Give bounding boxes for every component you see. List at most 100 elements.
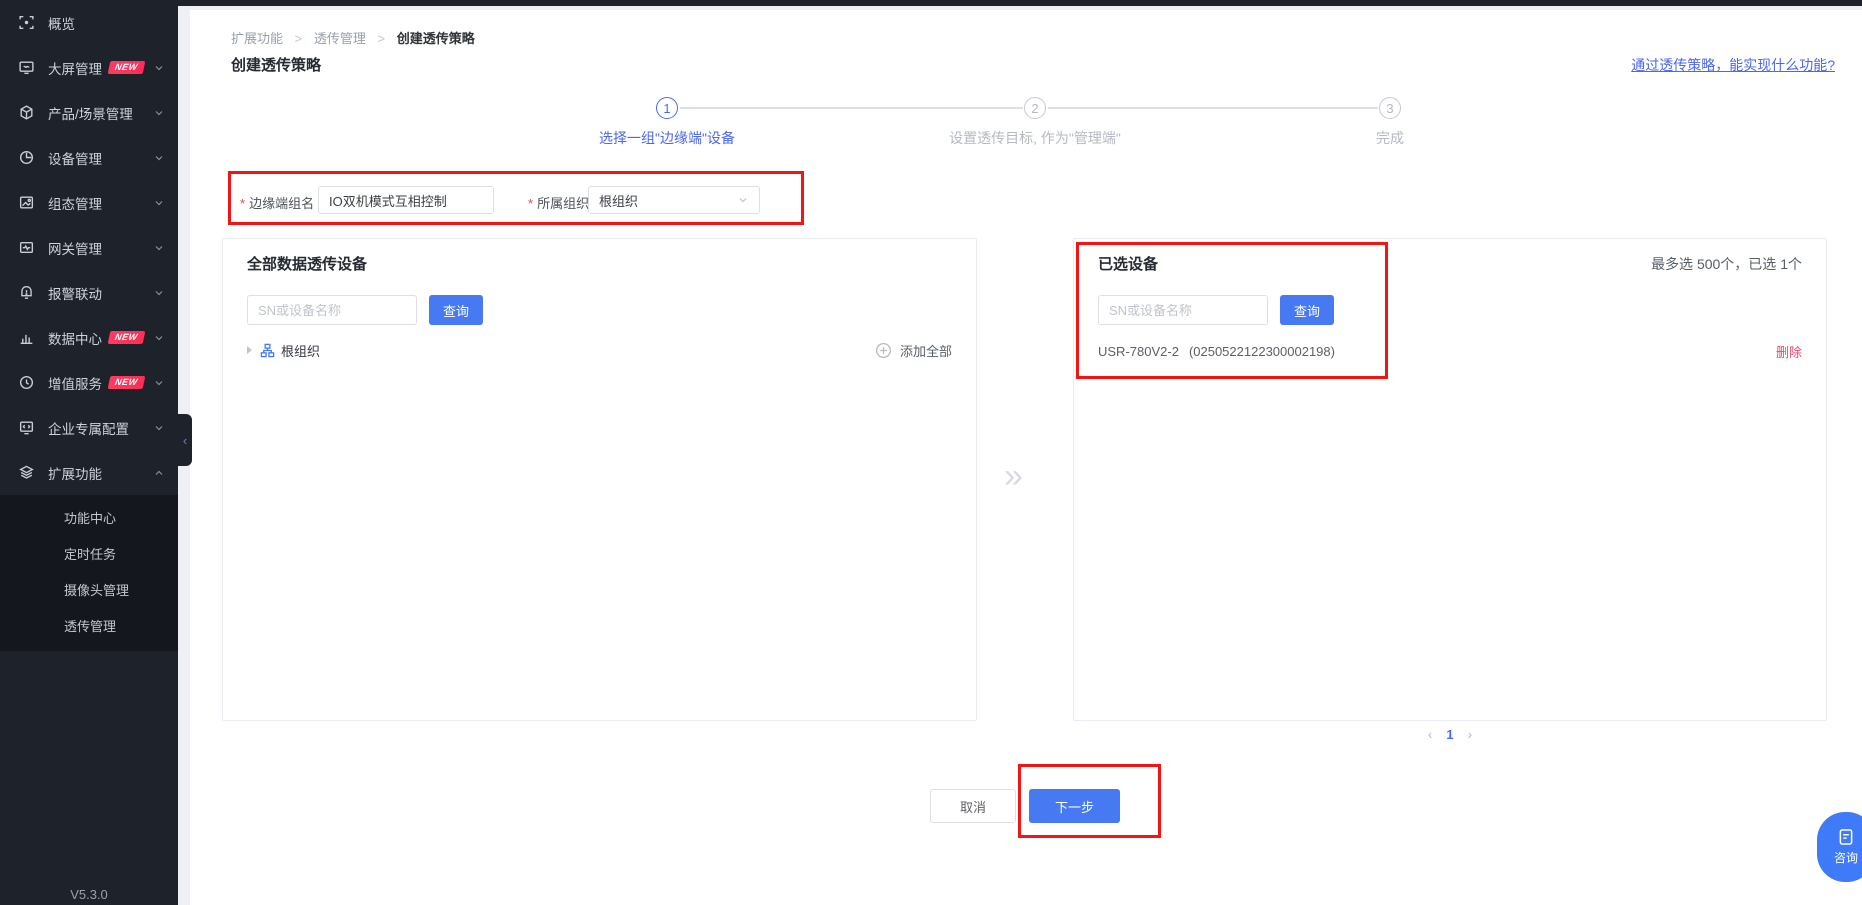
sidebar-item-label: 增值服务 bbox=[48, 373, 102, 393]
pagination-next-icon[interactable]: › bbox=[1458, 726, 1483, 742]
sidebar-item-scada[interactable]: 组态管理 bbox=[0, 180, 178, 225]
selected-devices-panel: 已选设备 最多选 500个，已选 1个 查询 USR-780V2-2 (0250… bbox=[1073, 238, 1827, 721]
sidebar-item-label: 设备管理 bbox=[48, 148, 102, 168]
group-name-input[interactable] bbox=[318, 186, 494, 214]
all-devices-title: 全部数据透传设备 bbox=[247, 253, 367, 274]
pagination-page-1[interactable]: 1 bbox=[1442, 727, 1457, 742]
sidebar-item-vas[interactable]: 增值服务 NEW bbox=[0, 360, 178, 405]
breadcrumb: 扩展功能 > 透传管理 > 创建透传策略 bbox=[231, 28, 475, 47]
gateway-icon bbox=[18, 239, 35, 256]
breadcrumb-separator: > bbox=[378, 31, 386, 46]
alarm-bell-icon bbox=[18, 284, 35, 301]
step-3-circle: 3 bbox=[1379, 97, 1401, 119]
all-devices-search-input[interactable] bbox=[247, 295, 417, 325]
step-connector bbox=[680, 107, 1023, 109]
sidebar-subitem-camera[interactable]: 摄像头管理 bbox=[0, 573, 178, 609]
bar-chart-icon bbox=[18, 329, 35, 346]
chevron-down-icon bbox=[737, 194, 749, 206]
overview-icon bbox=[18, 14, 35, 31]
extension-submenu: 功能中心 定时任务 摄像头管理 透传管理 bbox=[0, 495, 178, 651]
all-devices-query-button[interactable]: 查询 bbox=[429, 295, 483, 325]
collapse-chevron-icon: ‹ bbox=[183, 433, 187, 448]
new-badge: NEW bbox=[108, 61, 145, 74]
sidebar-item-product[interactable]: 产品/场景管理 bbox=[0, 90, 178, 135]
sidebar-item-gateway[interactable]: 网关管理 bbox=[0, 225, 178, 270]
pagination: ‹ 1 › bbox=[1073, 726, 1827, 742]
layers-icon bbox=[18, 464, 35, 481]
chevron-down-icon bbox=[154, 333, 164, 343]
selected-device-row: USR-780V2-2 (0250522122300002198) 删除 bbox=[1098, 342, 1802, 361]
sidebar-item-alarm[interactable]: 报警联动 bbox=[0, 270, 178, 315]
selected-devices-title: 已选设备 bbox=[1098, 253, 1158, 274]
consult-float-button[interactable]: 咨询 bbox=[1817, 812, 1862, 882]
step-1-label: 选择一组"边缘端"设备 bbox=[599, 128, 735, 148]
top-dark-strip bbox=[0, 0, 1862, 6]
pie-icon bbox=[18, 149, 35, 166]
breadcrumb-item[interactable]: 透传管理 bbox=[314, 31, 366, 46]
sidebar-collapse-handle[interactable]: ‹ bbox=[178, 414, 192, 466]
selected-devices-search-input[interactable] bbox=[1098, 295, 1268, 325]
sidebar-subitem-function-center[interactable]: 功能中心 bbox=[0, 501, 178, 537]
delete-device-link[interactable]: 删除 bbox=[1776, 342, 1802, 361]
breadcrumb-current: 创建透传策略 bbox=[397, 31, 475, 46]
help-link[interactable]: 通过透传策略，能实现什么功能? bbox=[1631, 55, 1835, 75]
add-all-label: 添加全部 bbox=[900, 341, 952, 360]
chevron-up-icon bbox=[154, 468, 164, 478]
org-tree-row: 根组织 添加全部 bbox=[247, 339, 952, 361]
sidebar-item-label: 组态管理 bbox=[48, 193, 102, 213]
sidebar-subitem-timed-task[interactable]: 定时任务 bbox=[0, 537, 178, 573]
image-icon bbox=[18, 194, 35, 211]
tree-expand-icon[interactable] bbox=[247, 346, 252, 354]
breadcrumb-item[interactable]: 扩展功能 bbox=[231, 31, 283, 46]
step-1-circle: 1 bbox=[656, 97, 678, 119]
group-name-label: *边缘端组名 bbox=[240, 193, 314, 212]
sidebar-item-device[interactable]: 设备管理 bbox=[0, 135, 178, 180]
sidebar-item-bigscreen[interactable]: 大屏管理 NEW bbox=[0, 45, 178, 90]
org-tree-label[interactable]: 根组织 bbox=[281, 341, 320, 360]
chevron-down-icon bbox=[154, 288, 164, 298]
plus-circle-icon bbox=[875, 342, 892, 359]
cube-icon bbox=[18, 104, 35, 121]
sidebar-item-datacenter[interactable]: 数据中心 NEW bbox=[0, 315, 178, 360]
chevron-down-icon bbox=[154, 153, 164, 163]
sidebar-item-label: 产品/场景管理 bbox=[48, 103, 133, 123]
org-label: *所属组织 bbox=[528, 193, 589, 212]
org-tree-icon bbox=[260, 343, 275, 358]
sidebar-item-label: 数据中心 bbox=[48, 328, 102, 348]
required-asterisk: * bbox=[528, 196, 533, 211]
chevron-down-icon bbox=[154, 63, 164, 73]
sidebar-item-label: 报警联动 bbox=[48, 283, 102, 303]
sidebar-subitem-passthrough[interactable]: 透传管理 bbox=[0, 609, 178, 645]
all-devices-panel: 全部数据透传设备 查询 根组织 添加全部 bbox=[222, 238, 977, 721]
version-label: V5.3.0 bbox=[0, 887, 178, 902]
sidebar-item-overview[interactable]: 概览 bbox=[0, 0, 178, 45]
sidebar-item-label: 扩展功能 bbox=[48, 463, 102, 483]
chevron-down-icon bbox=[154, 378, 164, 388]
sidebar-item-label: 网关管理 bbox=[48, 238, 102, 258]
screen-icon bbox=[18, 59, 35, 76]
pagination-prev-icon[interactable]: ‹ bbox=[1418, 726, 1443, 742]
sidebar-item-enterprise[interactable]: 企业专属配置 bbox=[0, 405, 178, 450]
selected-devices-query-button[interactable]: 查询 bbox=[1280, 295, 1334, 325]
next-step-button[interactable]: 下一步 bbox=[1029, 789, 1120, 823]
document-icon bbox=[1837, 828, 1855, 846]
org-select[interactable]: 根组织 bbox=[588, 186, 760, 214]
add-all-button[interactable]: 添加全部 bbox=[875, 341, 952, 360]
sidebar-item-extension[interactable]: 扩展功能 bbox=[0, 450, 178, 495]
chevron-down-icon bbox=[154, 243, 164, 253]
page-title: 创建透传策略 bbox=[231, 54, 321, 75]
breadcrumb-separator: > bbox=[295, 31, 303, 46]
consult-label: 咨询 bbox=[1834, 849, 1858, 866]
step-2-label: 设置透传目标, 作为"管理端" bbox=[949, 128, 1121, 148]
cancel-button[interactable]: 取消 bbox=[930, 789, 1016, 823]
chevron-down-icon bbox=[154, 108, 164, 118]
sidebar-item-label: 企业专属配置 bbox=[48, 418, 129, 438]
new-badge: NEW bbox=[108, 331, 145, 344]
sidebar-item-label: 概览 bbox=[48, 13, 75, 33]
service-clock-icon bbox=[18, 374, 35, 391]
required-asterisk: * bbox=[240, 196, 245, 211]
transfer-right-icon: » bbox=[1004, 457, 1023, 496]
step-connector bbox=[1048, 107, 1378, 109]
step-3-label: 完成 bbox=[1376, 128, 1404, 148]
device-sn: (0250522122300002198) bbox=[1189, 344, 1335, 359]
